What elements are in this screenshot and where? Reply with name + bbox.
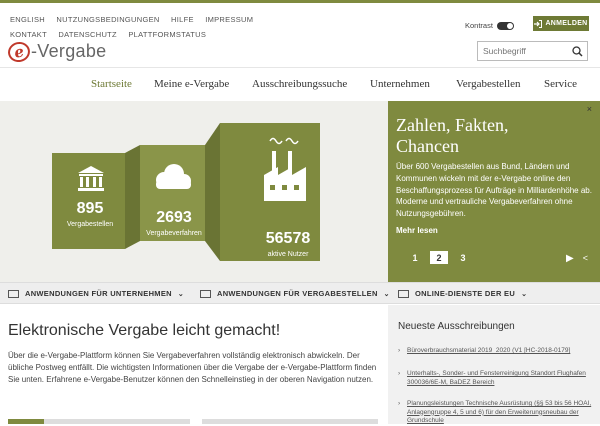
nav-ausschreibungssuche[interactable]: Ausschreibungssuche: [252, 78, 347, 90]
tab-anwendungen-vergabestellen[interactable]: ANWENDUNGEN FÜR VERGABESTELLEN ⌄: [200, 289, 390, 298]
chevron-down-icon: ⌄: [521, 290, 528, 298]
latest-tenders: Neueste Ausschreibungen › Büroverbrauchs…: [388, 305, 600, 424]
close-icon[interactable]: ×: [587, 104, 592, 114]
link-kontakt[interactable]: KONTAKT: [10, 30, 47, 39]
tab-label-eu: ONLINE-DIENSTE DER EU: [415, 289, 516, 298]
header: ENGLISH NUTZUNGSBEDINGUNGEN HILFE IMPRES…: [0, 3, 600, 67]
stat-label-vergabestellen: Vergabestellen: [67, 221, 113, 228]
link-datenschutz[interactable]: DATENSCHUTZ: [58, 30, 117, 39]
intro-text: Über die e-Vergabe-Plattform können Sie …: [8, 351, 377, 385]
search-icon[interactable]: [572, 45, 583, 57]
login-button[interactable]: ANMELDEN: [533, 16, 589, 31]
monitor-icon: [200, 289, 211, 298]
tender-item[interactable]: › Büroverbrauchsmaterial 2019_2020 (V1 […: [398, 347, 593, 356]
stats-infographic: 895 Vergabestellen 2693 Vergabeverfahren…: [0, 101, 388, 282]
application-tabs: ANWENDUNGEN FÜR UNTERNEHMEN ⌄ ANWENDUNGE…: [0, 282, 600, 304]
tab-label-vergabestellen: ANWENDUNGEN FÜR VERGABESTELLEN: [217, 289, 378, 298]
nav-service[interactable]: Service: [544, 78, 577, 90]
kontrast-toggle[interactable]: Kontrast: [465, 21, 514, 30]
link-impressum[interactable]: IMPRESSUM: [205, 15, 253, 24]
nav-meine-e-vergabe[interactable]: Meine e-Vergabe: [154, 78, 229, 90]
main-nav: Startseite Meine e-Vergabe Ausschreibung…: [0, 67, 600, 101]
prev-slide-icon[interactable]: <: [583, 253, 588, 264]
hero-teaser-panel: × Zahlen, Fakten, Chancen Über 600 Verga…: [388, 101, 600, 282]
top-links: ENGLISH NUTZUNGSBEDINGUNGEN HILFE IMPRES…: [10, 12, 262, 42]
stat-panel-2: [140, 145, 205, 241]
kontrast-label: Kontrast: [465, 21, 493, 30]
search-box: [477, 41, 588, 61]
slider-pagination: 1 2 3: [406, 251, 478, 264]
read-more-link[interactable]: Mehr lesen: [396, 226, 438, 235]
link-hilfe[interactable]: HILFE: [171, 15, 194, 24]
monitor-icon: [398, 289, 409, 298]
stats-graphic: 895 Vergabestellen 2693 Vergabeverfahren…: [52, 123, 320, 261]
stat-value-vergabeverfahren: 2693: [156, 209, 192, 226]
slider-controls: ▶ <: [566, 253, 588, 264]
link-english[interactable]: ENGLISH: [10, 15, 45, 24]
chevron-down-icon: ⌄: [177, 290, 185, 298]
stat-value-vergabestellen: 895: [77, 200, 104, 217]
chevron-down-icon: ⌄: [383, 290, 390, 298]
monitor-icon: [8, 289, 19, 298]
tender-link[interactable]: Büroverbrauchsmaterial 2019_2020 (V1 [HC…: [407, 347, 570, 356]
bullet-icon: ›: [398, 370, 401, 377]
tender-item[interactable]: › Unterhalts-, Sonder- und Fensterreinig…: [398, 370, 593, 387]
next-slide-icon[interactable]: ▶: [566, 253, 574, 264]
latest-tenders-title: Neueste Ausschreibungen: [398, 321, 515, 332]
link-nutzungsbedingungen[interactable]: NUTZUNGSBEDINGUNGEN: [56, 15, 159, 24]
nav-unternehmen[interactable]: Unternehmen: [370, 78, 430, 90]
search-input[interactable]: [478, 43, 568, 59]
login-arrow-icon: [534, 19, 543, 28]
tab-label-unternehmen: ANWENDUNGEN FÜR UNTERNEHMEN: [25, 289, 172, 298]
slide-page-3[interactable]: 3: [454, 251, 472, 264]
nav-vergabestellen[interactable]: Vergabestellen: [456, 78, 521, 90]
logo-text: -Vergabe: [31, 41, 107, 61]
bottom-tiles: [8, 419, 378, 424]
link-plattformstatus[interactable]: PLATTFORMSTATUS: [128, 30, 206, 39]
tab-online-dienste-eu[interactable]: ONLINE-DIENSTE DER EU ⌄: [398, 289, 527, 298]
page-heading: Elektronische Vergabe leicht gemacht!: [8, 322, 281, 339]
logo-e-icon: e: [6, 39, 32, 64]
hero-title: Zahlen, Fakten, Chancen: [396, 115, 509, 156]
slide-page-2[interactable]: 2: [430, 251, 448, 264]
bullet-icon: ›: [398, 400, 401, 407]
tender-item[interactable]: › Planungsleistungen Technische Ausrüstu…: [398, 400, 593, 426]
hero-section: 895 Vergabestellen 2693 Vergabeverfahren…: [0, 101, 600, 282]
stat-value-aktive-nutzer: 56578: [266, 230, 311, 247]
stat-label-aktive-nutzer: aktive Nutzer: [268, 251, 310, 258]
toggle-switch-icon[interactable]: [496, 21, 514, 30]
nav-startseite[interactable]: Startseite: [91, 78, 132, 90]
slide-page-1[interactable]: 1: [406, 251, 424, 264]
stat-label-vergabeverfahren: Vergabeverfahren: [146, 230, 202, 237]
tender-link[interactable]: Unterhalts-, Sonder- und Fensterreinigun…: [407, 370, 593, 387]
main-content: Elektronische Vergabe leicht gemacht! Üb…: [0, 305, 388, 424]
logo[interactable]: e -Vergabe: [6, 39, 107, 64]
tab-anwendungen-unternehmen[interactable]: ANWENDUNGEN FÜR UNTERNEHMEN ⌄: [8, 289, 184, 298]
tender-link[interactable]: Planungsleistungen Technische Ausrüstung…: [407, 400, 593, 426]
bullet-icon: ›: [398, 347, 401, 354]
login-label: ANMELDEN: [545, 20, 588, 27]
hero-text: Über 600 Vergabestellen aus Bund, Länder…: [396, 162, 592, 219]
